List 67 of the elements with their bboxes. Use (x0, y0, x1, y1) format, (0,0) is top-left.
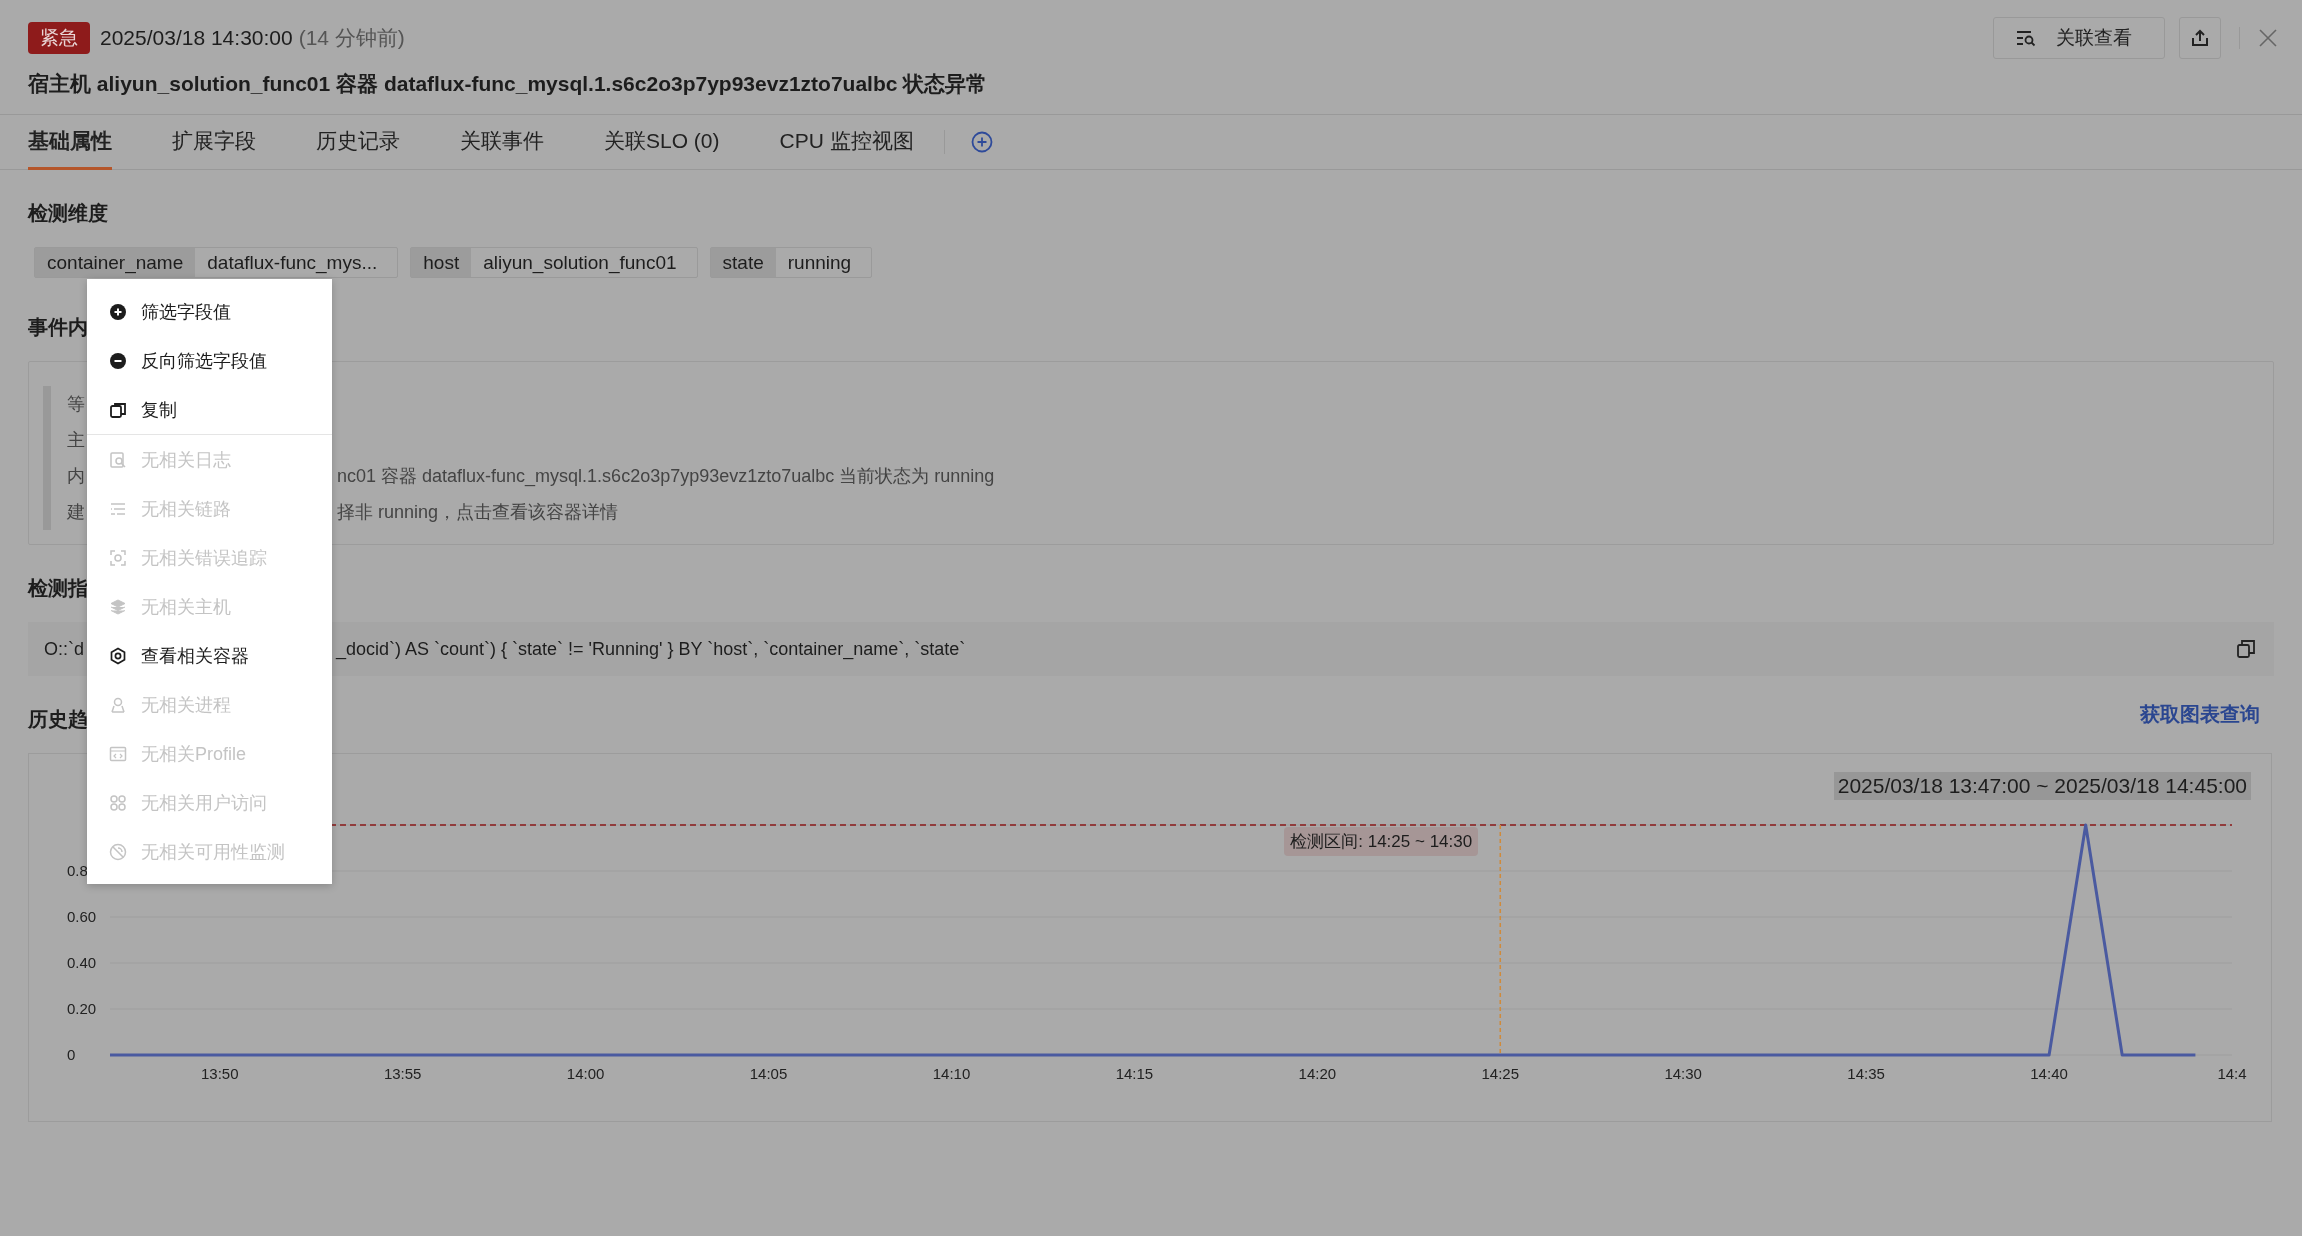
x-tick-label: 14:10 (932, 1065, 971, 1082)
field-value: 择非 running，点击查看该容器详情 (337, 501, 620, 524)
share-button[interactable] (2179, 17, 2221, 59)
alert-time: 2025/03/18 14:30:00 (100, 26, 293, 50)
share-icon (2190, 28, 2210, 48)
dimension-tag[interactable]: container_name dataflux-func_mys... (34, 247, 399, 278)
tab[interactable]: 关联SLO (0) (604, 115, 720, 170)
menu-item-icon (109, 695, 127, 714)
x-tick-label: 14:35 (1847, 1065, 1885, 1082)
menu-item-icon (109, 842, 127, 861)
x-tick-label: 14:25 (1481, 1065, 1520, 1082)
field-label: 建 (67, 501, 85, 524)
query-text: O::`d (44, 638, 84, 660)
list-search-icon (2016, 29, 2036, 47)
x-tick-label: 14:30 (1664, 1065, 1702, 1082)
menu-item-icon (109, 646, 127, 665)
tab[interactable]: CPU 监控视图 (779, 115, 914, 170)
copy-icon[interactable] (2236, 639, 2256, 659)
time-ago: (14 分钟前) (298, 25, 405, 51)
alert-title: 宿主机 aliyun_solution_func01 容器 dataflux-func_mysql.1.s6c2o3p7yp93evz1zto7ualbc 状态异常 (28, 71, 989, 97)
menu-item-icon (109, 400, 127, 419)
y-tick-label: 0.40 (67, 954, 97, 971)
section-title: 检测指 (28, 576, 88, 601)
y-tick-label: 0.20 (67, 1000, 97, 1017)
field-label: 内 (67, 465, 85, 488)
menu-item-icon (109, 548, 127, 567)
menu-item[interactable]: 查看相关容器 (87, 631, 332, 680)
tab[interactable]: 关联事件 (460, 115, 544, 170)
x-tick-label: 14:05 (749, 1065, 788, 1082)
related-view-button[interactable]: 关联查看 (1993, 17, 2165, 59)
section-title: 事件内 (28, 315, 88, 340)
dimension-tag[interactable]: host aliyun_solution_func01 (410, 247, 698, 278)
add-icon[interactable] (970, 131, 993, 153)
chart-query-link[interactable]: 获取图表查询 (2140, 701, 2260, 728)
time-range-label: 2025/03/18 13:47:00 ~ 2025/03/18 14:45:00 (1833, 772, 2251, 800)
detection-range-label: 检测区间: 14:25 ~ 14:30 (1284, 827, 1479, 856)
section-title: 检测维度 (28, 201, 108, 226)
menu-item-icon (109, 351, 127, 370)
x-tick-label: 14:00 (566, 1065, 605, 1082)
menu-item-icon (109, 450, 127, 469)
dimension-tag[interactable]: state running (709, 247, 873, 278)
menu-item-icon (109, 302, 127, 321)
x-tick-label: 13:50 (201, 1065, 239, 1082)
x-tick-label: 14:15 (1115, 1065, 1154, 1082)
y-tick-label: 0 (67, 1046, 76, 1063)
x-tick-label: 14:4 (2217, 1065, 2247, 1082)
tab[interactable]: 历史记录 (316, 115, 400, 170)
tab[interactable]: 基础属性 (28, 115, 112, 170)
y-tick-label: 0.8 (67, 862, 88, 879)
y-tick-label: 0.60 (67, 908, 97, 925)
field-label: 等 (67, 393, 85, 416)
menu-item[interactable]: 筛选字段值 (87, 287, 332, 336)
field-label: 主 (67, 429, 85, 452)
section-title: 历史趋 (28, 707, 88, 732)
menu-item-icon (109, 793, 127, 812)
menu-item[interactable]: 复制 (87, 385, 332, 434)
query-text: _docid`) AS `count`) { `state` != 'Running' } BY `host`, `container_name`, `state` (336, 638, 966, 660)
menu-item-icon (109, 744, 127, 763)
x-tick-label: 13:55 (383, 1065, 422, 1082)
severity-badge: 紧急 (28, 22, 90, 54)
x-tick-label: 14:20 (1298, 1065, 1337, 1082)
menu-item[interactable]: 反向筛选字段值 (87, 336, 332, 385)
field-value: nc01 容器 dataflux-func_mysql.1.s6c2o3p7yp93evz1zto7ualbc 当前状态为 running (337, 465, 995, 488)
x-tick-label: 14:40 (2030, 1065, 2068, 1082)
menu-item-icon (109, 597, 127, 616)
tab[interactable]: 扩展字段 (172, 115, 256, 170)
close-icon[interactable] (2258, 28, 2278, 48)
